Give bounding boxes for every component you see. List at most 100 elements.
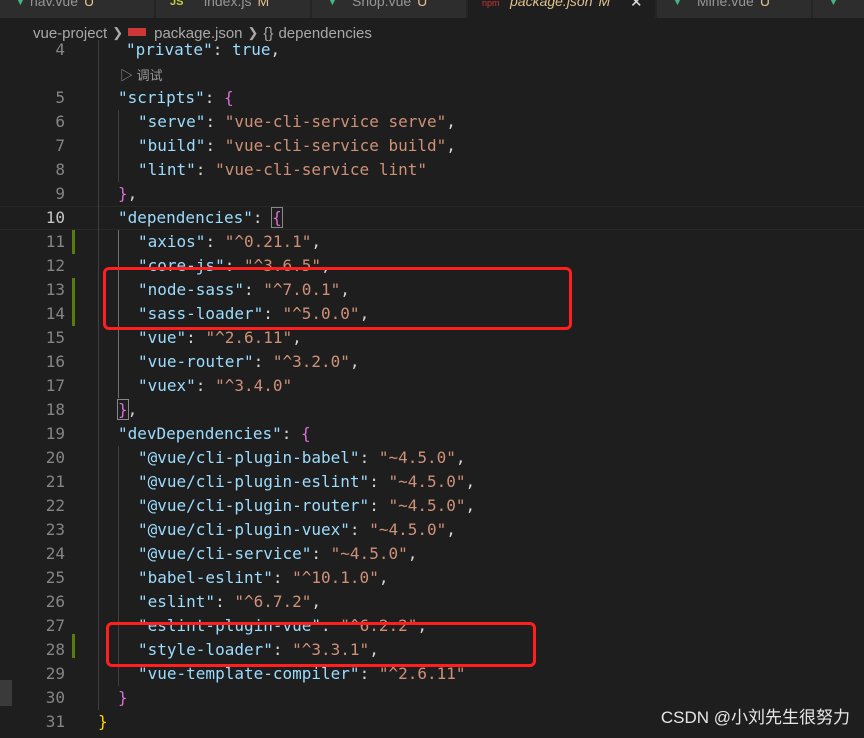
code-line[interactable]: 24 "@vue/cli-service": "~4.5.0",	[0, 542, 864, 566]
line-number: 15	[45, 328, 65, 347]
code-line[interactable]: 19 "devDependencies": {	[0, 422, 864, 446]
token-string: "~4.5.0"	[378, 448, 456, 467]
tab-modified-badge: M	[257, 0, 270, 9]
token-punct: :	[205, 136, 225, 155]
token-bracket: }	[117, 399, 129, 420]
token-key: "@vue/cli-plugin-router"	[138, 496, 370, 515]
token-punct: :	[205, 112, 225, 131]
token-key: "lint"	[138, 160, 196, 179]
token-punct: ,	[446, 520, 456, 539]
token-bracket: }	[118, 184, 128, 203]
token-punct: ,	[446, 136, 456, 155]
code-line[interactable]: 21 "@vue/cli-plugin-eslint": "~4.5.0",	[0, 470, 864, 494]
tab-shop-vue[interactable]: ▼ Shop.vue U	[312, 0, 467, 18]
tab-label: Mine.vue	[697, 0, 754, 9]
code-text: "axios": "^0.21.1",	[138, 230, 321, 254]
token-bracket: }	[118, 688, 128, 707]
code-text: "@vue/cli-plugin-router": "~4.5.0",	[138, 494, 475, 518]
tab-label: nav.vue	[30, 0, 78, 9]
npm-icon	[128, 28, 147, 36]
token-key: "private"	[126, 40, 213, 59]
tab-mine-vue[interactable]: ▼ Mine.vue U	[657, 0, 812, 18]
code-line[interactable]: 10 "dependencies": {	[0, 206, 864, 230]
tab-package-json[interactable]: npm package.json M ✕	[468, 0, 656, 18]
line-number: 13	[45, 280, 65, 299]
token-key: "eslint"	[138, 592, 216, 611]
code-text: }	[98, 710, 108, 734]
token-key: "dependencies"	[118, 208, 253, 227]
token-punct: ,	[311, 592, 322, 611]
code-text: },	[118, 182, 137, 206]
line-number: 9	[55, 184, 65, 203]
code-line[interactable]: 8 "lint": "vue-cli-service lint"	[0, 158, 864, 182]
token-string: "^0.21.1"	[224, 232, 312, 251]
tab-label: Shop.vue	[352, 0, 412, 9]
token-key: "@vue/cli-plugin-babel"	[138, 448, 360, 467]
line-number: 19	[45, 424, 65, 443]
token-string: "^10.1.0"	[292, 568, 379, 587]
code-text: "dependencies": {	[118, 206, 283, 230]
code-line[interactable]: 9},	[0, 182, 864, 206]
line-number: 16	[45, 352, 65, 371]
token-punct: :	[195, 160, 216, 179]
code-line[interactable]: 17 "vuex": "^3.4.0"	[0, 374, 864, 398]
code-text: "scripts": {	[118, 86, 234, 110]
token-punct: ,	[127, 400, 138, 419]
tab-nav-vue[interactable]: ▼ nav.vue U	[0, 0, 155, 18]
code-line[interactable]: 7 "build": "vue-cli-service build",	[0, 134, 864, 158]
tab-index-js[interactable]: JS index.js M	[156, 0, 311, 18]
token-key: "@vue/cli-plugin-eslint"	[138, 472, 370, 491]
token-key: "vuex"	[138, 376, 196, 395]
line-number: 17	[45, 376, 65, 395]
code-line[interactable]: 18},	[0, 398, 864, 422]
line-number: 18	[45, 400, 65, 419]
code-line[interactable]: 26 "eslint": "^6.7.2",	[0, 590, 864, 614]
token-key: "serve"	[138, 112, 206, 131]
token-punct: :	[281, 424, 302, 443]
token-key: "vue"	[138, 328, 187, 347]
tab-modified-badge: U	[84, 0, 95, 9]
code-line[interactable]: 23 "@vue/cli-plugin-vuex": "~4.5.0",	[0, 518, 864, 542]
line-number: 25	[45, 568, 65, 587]
close-icon[interactable]: ✕	[630, 0, 643, 10]
line-number: 21	[45, 472, 65, 491]
code-text: "serve": "vue-cli-service serve",	[138, 110, 456, 134]
code-editor[interactable]: ▷ 调试 4 "private": true, 5 "scripts": { 6 "ser…	[0, 40, 864, 738]
token-key: "axios"	[138, 232, 206, 251]
code-line[interactable]: 20 "@vue/cli-plugin-babel": "~4.5.0",	[0, 446, 864, 470]
code-line[interactable]: 22 "@vue/cli-plugin-router": "~4.5.0",	[0, 494, 864, 518]
token-punct: :	[215, 592, 235, 611]
token-bracket: {	[271, 207, 283, 228]
line-number: 26	[45, 592, 65, 611]
code-text: "@vue/cli-service": "~4.5.0",	[138, 542, 417, 566]
tab-label: index.js	[204, 0, 252, 9]
line-number: 6	[55, 112, 65, 131]
code-text: "private": true,	[126, 38, 280, 62]
line-number: 4	[55, 40, 65, 59]
token-key: true	[231, 40, 271, 59]
token-string: "~4.5.0"	[330, 544, 408, 563]
code-line[interactable]: 16 "vue-router": "^3.2.0",	[0, 350, 864, 374]
annotation-highlight-box	[106, 622, 536, 667]
token-punct: :	[272, 568, 293, 587]
debug-codelens[interactable]: ▷ 调试	[120, 67, 163, 85]
token-string: "~4.5.0"	[388, 496, 466, 515]
code-text: "@vue/cli-plugin-eslint": "~4.5.0",	[138, 470, 475, 494]
line-number: 12	[45, 256, 65, 275]
tab-overflow[interactable]: ▼	[813, 0, 864, 18]
code-line[interactable]: 4 "private": true,	[0, 38, 864, 62]
line-number: 28	[45, 640, 65, 659]
codelens-label: 调试	[136, 68, 163, 83]
vue-icon: ▼	[326, 0, 339, 8]
line-number: 7	[55, 136, 65, 155]
token-punct: ,	[292, 328, 302, 347]
js-icon: JS	[170, 0, 184, 8]
code-line[interactable]: 5 "scripts": {	[0, 86, 864, 110]
line-number: 8	[55, 160, 65, 179]
code-line[interactable]: 11 "axios": "^0.21.1",	[0, 230, 864, 254]
token-string: "vue-cli-service lint"	[215, 160, 427, 179]
token-bracket: {	[223, 88, 234, 107]
code-line[interactable]: 6 "serve": "vue-cli-service serve",	[0, 110, 864, 134]
code-line[interactable]: 25 "babel-eslint": "^10.1.0",	[0, 566, 864, 590]
line-number: 29	[45, 664, 65, 683]
